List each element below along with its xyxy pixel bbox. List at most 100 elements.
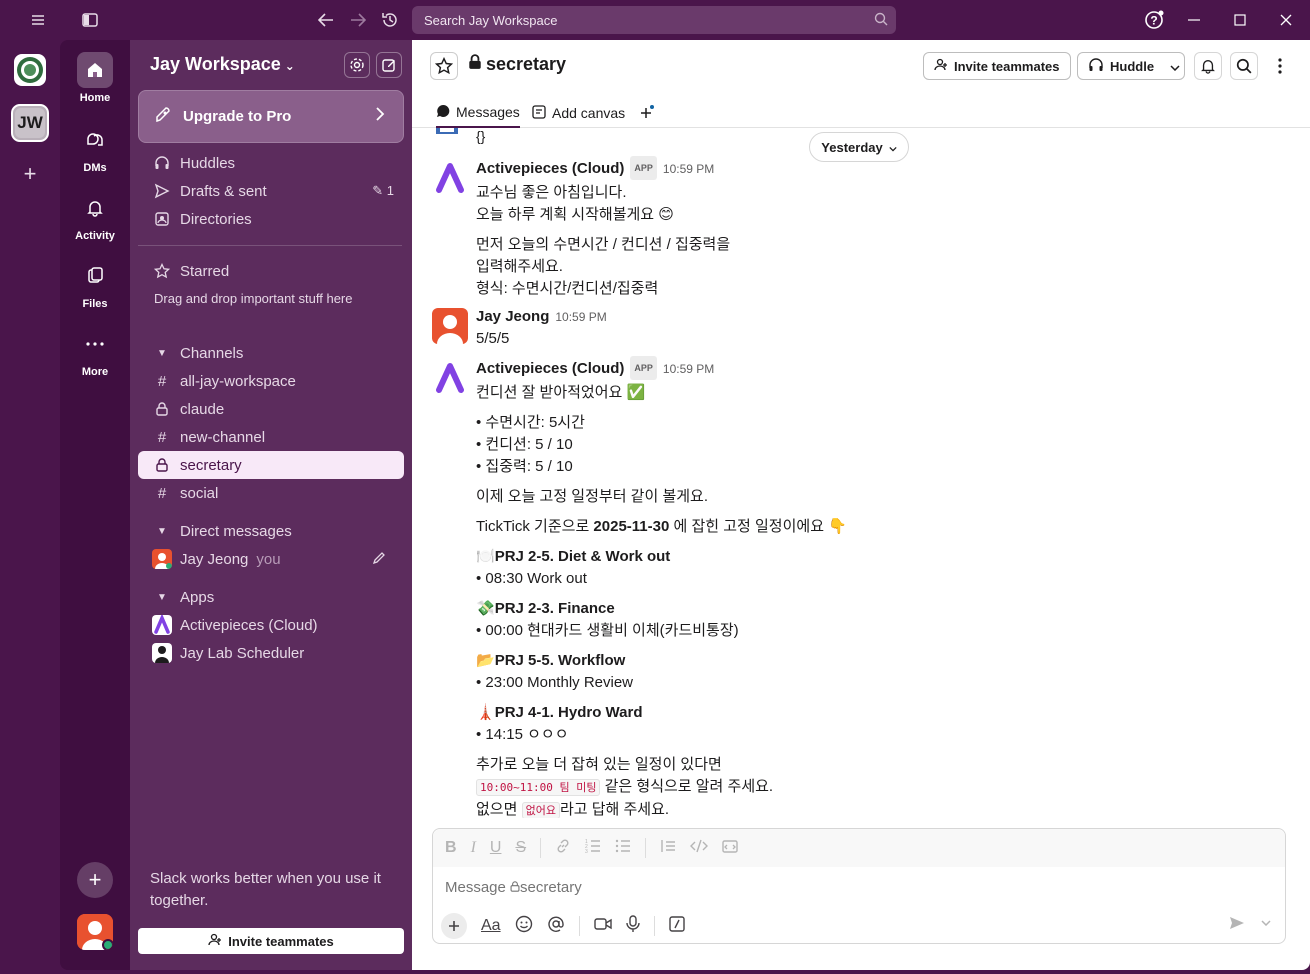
microphone-icon[interactable]: [625, 914, 640, 938]
compose-icon[interactable]: [376, 52, 402, 78]
maximize-icon[interactable]: [1228, 8, 1252, 32]
project-title: PRJ 2-3. Finance: [494, 600, 615, 617]
dm-section-header[interactable]: ▼ Direct messages: [138, 517, 404, 545]
sidebar-item-social[interactable]: # social: [138, 479, 404, 507]
sidebar-item-new-channel[interactable]: # new-channel: [138, 423, 404, 451]
upgrade-to-pro-button[interactable]: Upgrade to Pro: [138, 90, 404, 143]
message-author[interactable]: Activepieces (Cloud): [476, 358, 624, 380]
link-icon[interactable]: [555, 838, 571, 859]
message-input[interactable]: Message secretary: [445, 879, 582, 896]
add-tab-icon[interactable]: [638, 98, 654, 128]
project-heading: 💸PRJ 2-3. Finance: [476, 598, 1276, 620]
invite-teammates-button[interactable]: Invite teammates: [923, 52, 1071, 80]
message-timestamp[interactable]: 10:59 PM: [555, 306, 606, 328]
nav-more[interactable]: More: [60, 326, 130, 378]
search-icon[interactable]: [1230, 52, 1258, 80]
pencil-icon[interactable]: [372, 551, 386, 568]
sidebar-item-claude[interactable]: claude: [138, 395, 404, 423]
strikethrough-icon[interactable]: S: [515, 839, 526, 857]
huddle-button[interactable]: Huddle: [1077, 52, 1185, 80]
message-text: 오늘 하루 계획 시작해볼게요 😊: [476, 206, 674, 223]
kebab-menu-icon[interactable]: [1266, 52, 1294, 80]
help-icon[interactable]: ?: [1142, 8, 1166, 32]
underline-icon[interactable]: U: [490, 839, 502, 857]
minimize-icon[interactable]: [1182, 8, 1206, 32]
draft-count-badge: ✎ 1: [372, 183, 394, 198]
sidebar-toggle-icon[interactable]: [78, 8, 102, 32]
sidebar-item-drafts[interactable]: Drafts & sent ✎ 1: [138, 177, 404, 205]
sidebar-item-all-jay-workspace[interactable]: # all-jay-workspace: [138, 367, 404, 395]
code-icon[interactable]: [690, 838, 709, 859]
message-author[interactable]: Activepieces (Cloud): [476, 158, 624, 180]
bullet-item: • 수면시간: 5시간: [476, 414, 585, 431]
mention-icon[interactable]: [547, 915, 565, 938]
send-icon[interactable]: [1229, 915, 1245, 936]
video-icon[interactable]: [593, 916, 612, 937]
workspace-logo-icon[interactable]: [14, 54, 46, 86]
nav-home[interactable]: Home: [60, 52, 130, 104]
attach-plus-icon[interactable]: [441, 913, 467, 939]
nav-activity[interactable]: Activity: [60, 190, 130, 242]
headphones-icon: [152, 155, 172, 171]
emoji-icon[interactable]: [515, 915, 533, 938]
search-input[interactable]: Search Jay Workspace: [412, 6, 896, 34]
slash-command-icon[interactable]: [668, 915, 685, 937]
code-block-icon[interactable]: [722, 838, 738, 859]
tab-add-canvas[interactable]: Add canvas: [532, 98, 625, 128]
invite-teammates-button[interactable]: Invite teammates: [138, 928, 404, 954]
text-format-icon[interactable]: Aa: [481, 917, 501, 935]
settings-gear-icon[interactable]: [344, 52, 370, 78]
project-heading: 🍽️PRJ 2-5. Diet & Work out: [476, 546, 1276, 568]
project-title: PRJ 2-5. Diet & Work out: [494, 548, 671, 565]
activepieces-avatar[interactable]: [432, 160, 468, 196]
notifications-bell-icon[interactable]: [1194, 52, 1222, 80]
bulleted-list-icon[interactable]: [615, 838, 631, 859]
message-author[interactable]: Jay Jeong: [476, 306, 549, 328]
placeholder-prefix: Message: [445, 879, 511, 896]
sidebar-item-activepieces[interactable]: Activepieces (Cloud): [138, 611, 404, 639]
close-icon[interactable]: [1274, 8, 1298, 32]
user-avatar[interactable]: [77, 914, 113, 950]
workspace-menu[interactable]: Jay Workspace ⌄: [150, 54, 295, 75]
sidebar-item-huddles[interactable]: Huddles: [138, 149, 404, 177]
back-arrow-icon[interactable]: [314, 8, 338, 32]
sidebar-item-secretary[interactable]: secretary: [138, 451, 404, 479]
add-workspace-icon[interactable]: +: [18, 161, 42, 186]
message-text: 컨디션 잘 받아적었어요 ✅: [476, 384, 646, 401]
star-channel-icon[interactable]: [430, 52, 458, 80]
nav-files[interactable]: Files: [60, 258, 130, 310]
blockquote-icon[interactable]: [660, 838, 676, 859]
forward-arrow-icon[interactable]: [346, 8, 370, 32]
message-timestamp[interactable]: 10:59 PM: [663, 358, 714, 380]
text-run: 없으면: [476, 801, 522, 818]
ordered-list-icon[interactable]: 123: [585, 838, 601, 859]
history-icon[interactable]: [378, 8, 402, 32]
workspace-switcher-jw[interactable]: JW: [11, 104, 49, 142]
user-avatar[interactable]: [432, 308, 468, 344]
nav-dms[interactable]: DMs: [60, 122, 130, 174]
tab-messages[interactable]: Messages: [436, 98, 520, 128]
text-run: 같은 형식으로 알려 주세요.: [600, 778, 774, 795]
caret-down-icon: ▼: [157, 525, 167, 537]
activepieces-avatar[interactable]: [432, 360, 468, 396]
sidebar-item-starred[interactable]: Starred: [138, 257, 404, 285]
chevron-down-icon[interactable]: [1261, 915, 1271, 929]
hamburger-menu-icon[interactable]: [26, 8, 50, 32]
message-timestamp[interactable]: 10:59 PM: [663, 158, 714, 180]
chevron-down-icon[interactable]: [1170, 59, 1180, 74]
nav-more-label: More: [81, 366, 109, 378]
create-new-icon[interactable]: +: [77, 862, 113, 898]
sidebar-item-jay-lab-scheduler[interactable]: Jay Lab Scheduler: [138, 639, 404, 667]
message-composer[interactable]: B I U S 123 Message secretary Aa: [432, 828, 1286, 944]
apps-section-header[interactable]: ▼ Apps: [138, 583, 404, 611]
channel-title[interactable]: secretary: [468, 54, 566, 75]
formatting-toolbar: B I U S 123: [433, 829, 1285, 867]
text-run: 라고 답해 주세요.: [559, 801, 670, 818]
sidebar-item-dm-jay-jeong[interactable]: Jay Jeong you: [138, 545, 404, 573]
nav-home-label: Home: [79, 92, 111, 104]
italic-icon[interactable]: I: [471, 839, 476, 857]
message-text: 10:00~11:00 팀 미팅 같은 형식으로 알려 주세요.: [476, 776, 1276, 799]
channels-section-header[interactable]: ▼ Channels: [138, 339, 404, 367]
sidebar-item-directories[interactable]: Directories: [138, 205, 404, 233]
bold-icon[interactable]: B: [445, 839, 457, 857]
